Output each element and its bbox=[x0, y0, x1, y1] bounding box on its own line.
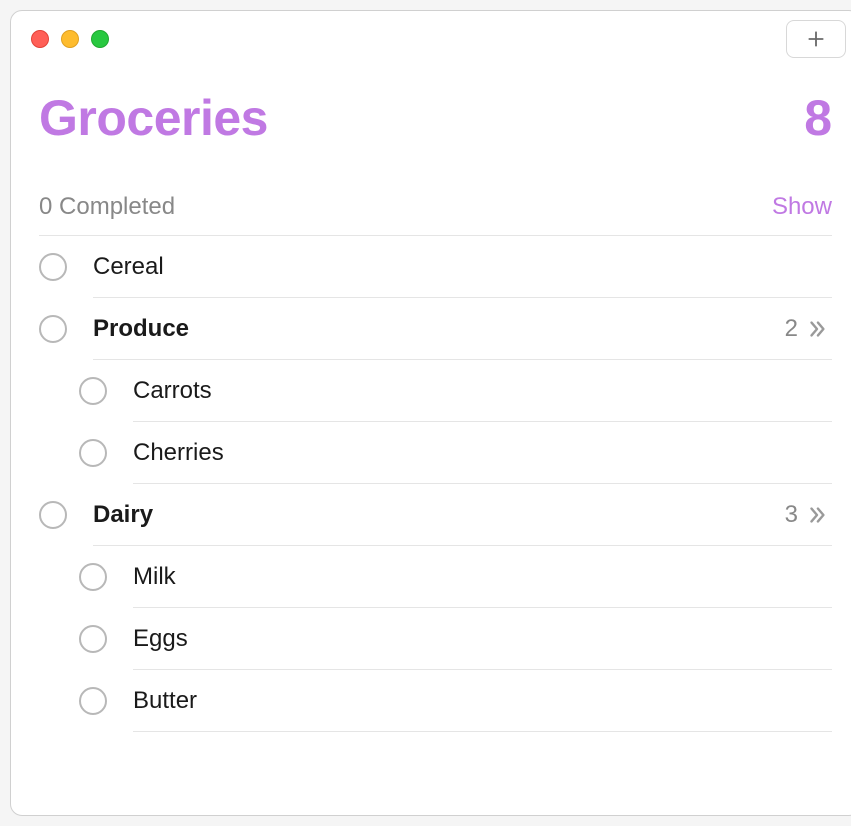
reminder-row[interactable]: Milk bbox=[39, 546, 832, 608]
subtask-count: 2 bbox=[785, 315, 798, 343]
minimize-window-button[interactable] bbox=[61, 30, 79, 48]
titlebar bbox=[11, 11, 851, 67]
maximize-window-button[interactable] bbox=[91, 30, 109, 48]
show-completed-button[interactable]: Show bbox=[772, 193, 832, 221]
reminder-title[interactable]: Eggs bbox=[133, 625, 188, 653]
subtask-meta[interactable]: 3 bbox=[785, 501, 828, 529]
complete-toggle[interactable] bbox=[79, 625, 107, 653]
expand-subtasks-icon bbox=[806, 504, 828, 526]
complete-toggle[interactable] bbox=[79, 687, 107, 715]
app-window: Groceries 8 0 Completed Show Cereal Produ… bbox=[10, 10, 851, 816]
complete-toggle[interactable] bbox=[39, 315, 67, 343]
reminder-title[interactable]: Cereal bbox=[93, 253, 164, 281]
items-list: Cereal Produce 2 Carrots Cherries Dairy 3 Milk E… bbox=[39, 236, 832, 732]
reminder-content: Milk bbox=[133, 546, 832, 608]
subtask-meta[interactable]: 2 bbox=[785, 315, 828, 343]
complete-toggle[interactable] bbox=[79, 439, 107, 467]
completed-row: 0 Completed Show bbox=[39, 193, 832, 236]
reminder-content: Cereal bbox=[93, 236, 832, 298]
reminder-row[interactable]: Dairy 3 bbox=[39, 484, 832, 546]
expand-subtasks-icon bbox=[806, 318, 828, 340]
reminder-title[interactable]: Cherries bbox=[133, 439, 224, 467]
reminder-content: Produce 2 bbox=[93, 298, 832, 360]
reminder-row[interactable]: Cherries bbox=[39, 422, 832, 484]
reminder-title[interactable]: Produce bbox=[93, 315, 189, 343]
add-reminder-button[interactable] bbox=[786, 20, 846, 58]
reminder-row[interactable]: Produce 2 bbox=[39, 298, 832, 360]
list-header: Groceries 8 bbox=[39, 89, 832, 147]
reminder-content: Cherries bbox=[133, 422, 832, 484]
list-title: Groceries bbox=[39, 89, 268, 147]
reminder-title[interactable]: Milk bbox=[133, 563, 176, 591]
complete-toggle[interactable] bbox=[79, 563, 107, 591]
window-controls bbox=[31, 30, 109, 48]
content-area: Groceries 8 0 Completed Show Cereal Produ… bbox=[11, 67, 851, 732]
reminder-row[interactable]: Carrots bbox=[39, 360, 832, 422]
complete-toggle[interactable] bbox=[79, 377, 107, 405]
plus-icon bbox=[806, 29, 826, 49]
reminder-content: Carrots bbox=[133, 360, 832, 422]
reminder-row[interactable]: Cereal bbox=[39, 236, 832, 298]
reminder-content: Dairy 3 bbox=[93, 484, 832, 546]
reminder-row[interactable]: Eggs bbox=[39, 608, 832, 670]
complete-toggle[interactable] bbox=[39, 501, 67, 529]
reminder-title[interactable]: Butter bbox=[133, 687, 197, 715]
reminder-title[interactable]: Carrots bbox=[133, 377, 212, 405]
completed-count-text: 0 Completed bbox=[39, 193, 175, 221]
list-count: 8 bbox=[804, 89, 832, 147]
complete-toggle[interactable] bbox=[39, 253, 67, 281]
reminder-title[interactable]: Dairy bbox=[93, 501, 153, 529]
close-window-button[interactable] bbox=[31, 30, 49, 48]
subtask-count: 3 bbox=[785, 501, 798, 529]
reminder-content: Butter bbox=[133, 670, 832, 732]
reminder-content: Eggs bbox=[133, 608, 832, 670]
reminder-row[interactable]: Butter bbox=[39, 670, 832, 732]
